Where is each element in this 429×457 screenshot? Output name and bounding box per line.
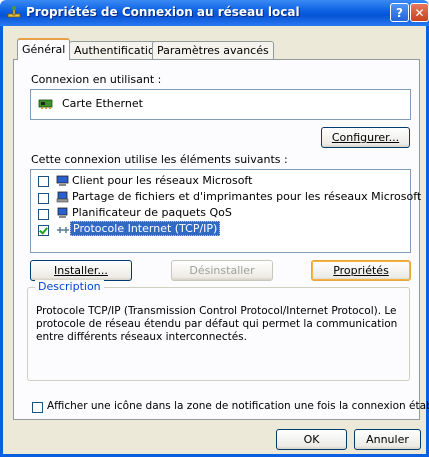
tab-parametres-avances[interactable]: Paramètres avancés xyxy=(152,41,274,59)
ok-button[interactable]: OK xyxy=(276,429,347,450)
description-title: Description xyxy=(35,280,104,293)
component-checkbox-qos[interactable] xyxy=(38,209,49,220)
cancel-button[interactable]: Annuler xyxy=(354,429,421,450)
component-label-tcpip[interactable]: Protocole Internet (TCP/IP) xyxy=(70,221,221,236)
description-text: Protocole TCP/IP (Transmission Control P… xyxy=(36,305,398,343)
properties-button-label: Propriétés xyxy=(333,264,389,277)
component-checkbox-sharing[interactable] xyxy=(38,193,49,204)
close-button[interactable]: ✕ xyxy=(410,3,429,22)
install-button[interactable]: Installer... xyxy=(30,260,132,281)
adapter-field: Carte Ethernet xyxy=(30,89,411,120)
help-button[interactable]: ? xyxy=(390,3,409,22)
network-connection-icon xyxy=(7,6,21,18)
notify-checkbox[interactable] xyxy=(32,402,43,413)
dialog-window: Propriétés de Connexion au réseau local … xyxy=(0,0,429,457)
uninstall-button[interactable]: Désinstaller xyxy=(171,260,273,281)
component-label-client[interactable]: Client pour les réseaux Microsoft xyxy=(72,174,252,187)
tab-general[interactable]: Général xyxy=(17,38,71,60)
component-checkbox-client[interactable] xyxy=(38,176,49,187)
notify-checkbox-label[interactable]: Afficher une icône dans la zone de notif… xyxy=(47,400,429,412)
component-label-qos[interactable]: Planificateur de paquets QoS xyxy=(72,206,232,219)
install-button-label: Installer... xyxy=(54,264,108,277)
network-client-icon xyxy=(56,175,69,186)
title-bar[interactable]: Propriétés de Connexion au réseau local … xyxy=(0,0,429,26)
configure-button-label: Configurer... xyxy=(331,131,400,144)
qos-scheduler-icon xyxy=(57,207,68,218)
window-title: Propriétés de Connexion au réseau local xyxy=(26,5,300,19)
component-label-sharing[interactable]: Partage de fichiers et d'imprimantes pou… xyxy=(72,190,421,203)
uninstall-button-label: Désinstaller xyxy=(189,264,255,277)
network-protocol-icon xyxy=(57,227,69,233)
network-adapter-icon xyxy=(38,99,53,109)
configure-button[interactable]: Configurer... xyxy=(321,127,410,148)
properties-button[interactable]: Propriétés xyxy=(311,260,411,281)
components-label: Cette connexion utilise les éléments sui… xyxy=(31,153,288,166)
component-label-tcpip-text: Protocole Internet (TCP/IP) xyxy=(70,221,221,236)
component-checkbox-tcpip[interactable] xyxy=(38,225,49,236)
connection-using-label: Connexion en utilisant : xyxy=(31,73,162,86)
file-printer-sharing-icon xyxy=(56,191,69,203)
adapter-name: Carte Ethernet xyxy=(62,97,143,110)
